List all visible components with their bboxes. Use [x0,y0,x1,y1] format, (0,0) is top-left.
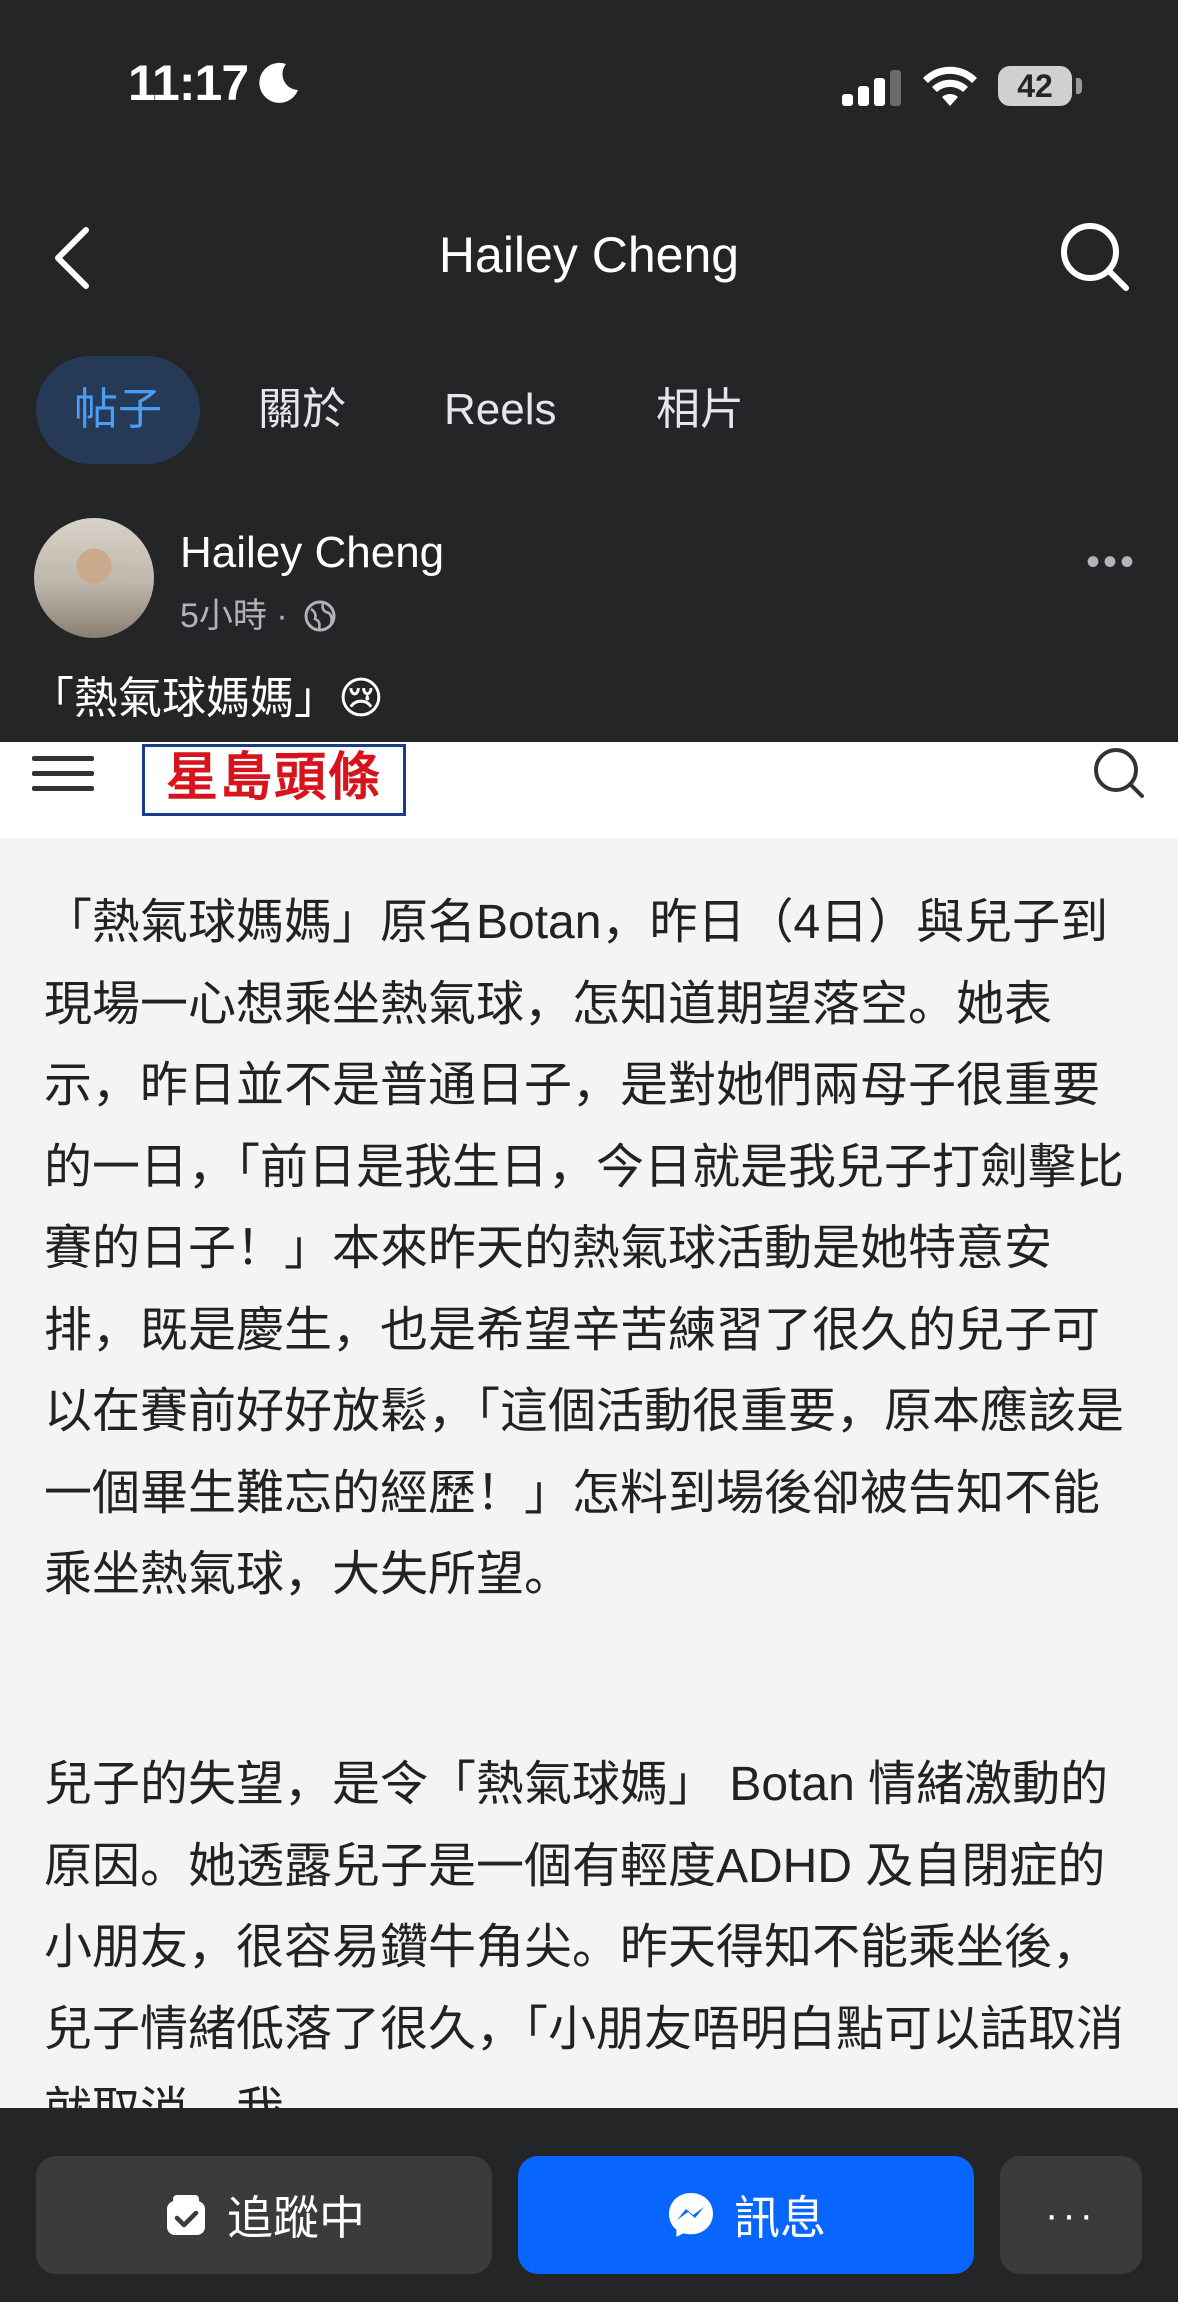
battery-level: 42 [1017,68,1053,104]
article-body: 「熱氣球媽媽」原名Botan，昨日（4日）與兒子到現場一心想乘坐熱氣球，怎知道期… [0,838,1178,2108]
search-icon[interactable] [1056,218,1132,294]
tab-about[interactable]: 關於 [258,356,346,464]
post-time: 5小時 · [180,597,288,635]
globe-icon [304,600,336,632]
article-search-icon [1094,748,1144,798]
battery-icon: 42 [998,66,1072,106]
following-label: 追蹤中 [227,2192,365,2244]
cellular-signal-icon [842,70,902,106]
battery-nub [1076,78,1082,94]
message-button[interactable]: 訊息 [518,2156,974,2274]
news-logo: 星島頭條 [142,744,406,816]
article-paragraph-2: 兒子的失望，是令「熱氣球媽」 Botan 情緒激動的原因。她透露兒子是一個有輕度… [44,1758,1125,2108]
avatar[interactable] [34,518,154,638]
messenger-icon [669,2193,713,2237]
post-more-options-button[interactable]: ••• [1086,540,1137,585]
message-label: 訊息 [734,2192,826,2244]
tab-reels[interactable]: Reels [444,356,557,464]
hamburger-menu-icon [32,748,94,800]
status-time: 11:17 [128,55,249,111]
moon-icon [259,62,298,103]
tab-photos[interactable]: 相片 [656,356,744,464]
wifi-icon [923,66,977,106]
post-caption: 「熱氣球媽媽」😢 [30,674,384,723]
tab-posts[interactable]: 帖子 [36,356,200,464]
following-button[interactable]: 追蹤中 [36,2156,492,2274]
page-title: Hailey Cheng [438,227,740,283]
article-paragraph-1: 「熱氣球媽媽」原名Botan，昨日（4日）與兒子到現場一心想乘坐熱氣球，怎知道期… [44,896,1125,1601]
more-options-button[interactable]: ··· [1000,2156,1142,2274]
following-icon [167,2195,205,2235]
post-author[interactable]: Hailey Cheng [180,528,444,578]
news-logo-text: 星島頭條 [165,749,382,807]
post-meta: 5小時 · [180,588,337,637]
